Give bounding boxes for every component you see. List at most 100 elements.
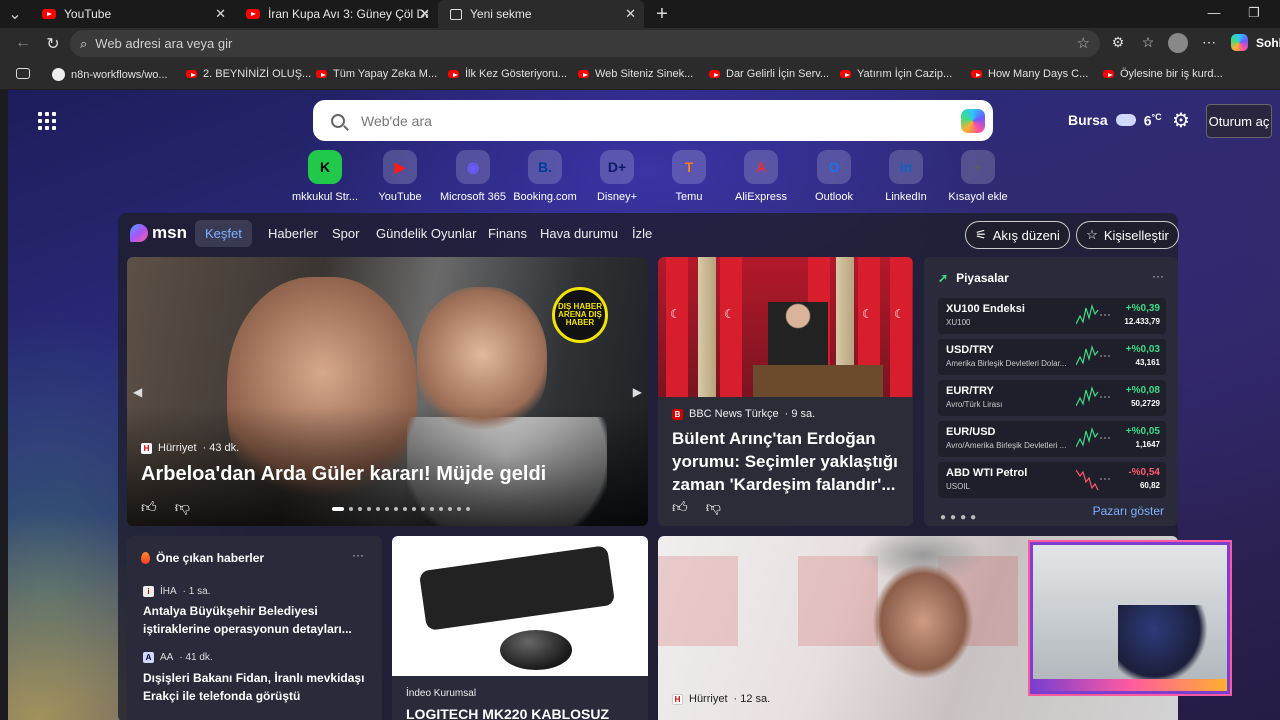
thumbs-up-icon[interactable]: 👍︎ — [141, 499, 157, 517]
shortcut-item[interactable]: T Temu — [652, 150, 726, 203]
weather-widget[interactable]: Bursa 6°C — [1068, 112, 1162, 129]
market-name: EUR/USD — [946, 426, 996, 438]
item-source: A AA · 41 dk. — [143, 652, 213, 663]
extensions-icon[interactable]: ⚙ — [1108, 34, 1128, 51]
newtab-icon — [450, 8, 462, 20]
hurriyet-icon: H — [672, 693, 683, 705]
shortcut-item[interactable]: ▶ YouTube — [363, 150, 437, 203]
tab-haberler[interactable]: Haberler — [268, 226, 318, 241]
shortcut-item[interactable]: ◉ Microsoft 365 — [436, 150, 510, 203]
personalize-label: Kişiselleştir — [1103, 227, 1169, 243]
product-headline[interactable]: LOGITECH MK220 KABLOSUZ — [406, 706, 609, 720]
youtube-icon — [971, 70, 982, 78]
show-market-link[interactable]: Pazarı göster — [1093, 504, 1164, 518]
page-settings-gear-icon[interactable]: ⚙ — [1172, 108, 1190, 133]
tab-iran-kupa[interactable]: İran Kupa Avı 3: Güney Çöl Dağ Ke ✕ — [234, 0, 438, 28]
tab-finans[interactable]: Finans — [488, 226, 527, 241]
web-search-box[interactable]: Web'de ara — [313, 100, 993, 141]
msn-logo[interactable]: msn — [130, 223, 187, 243]
market-change: +%0,05 — [1125, 426, 1160, 437]
shortcut-item[interactable]: A AliExpress — [724, 150, 798, 203]
carousel-dots[interactable] — [332, 507, 470, 511]
bookmark-item[interactable]: Yatırım İçin Cazip... — [840, 68, 952, 80]
tab-kesfet[interactable]: Keşfet — [195, 220, 252, 247]
bookmark-item[interactable]: n8n-workflows/wo... — [52, 68, 168, 81]
shortcut-label: YouTube — [378, 191, 422, 203]
thumbs-down-icon[interactable]: 👎︎ — [706, 499, 721, 517]
bookmark-item[interactable]: How Many Days C... — [971, 68, 1088, 80]
back-icon[interactable]: ← — [8, 34, 38, 52]
new-tab-button[interactable]: + — [644, 0, 680, 28]
market-row[interactable]: XU100 Endeksi XU100 +%0,39 12.433,79 — [938, 298, 1166, 334]
bookmark-item[interactable]: Web Siteniz Sinek... — [578, 68, 693, 80]
market-row[interactable]: EUR/TRY Avro/Türk Lirası +%0,08 50,2729 — [938, 380, 1166, 416]
address-bar[interactable]: ⌕ Web adresi ara veya gir ☆ — [70, 30, 1100, 57]
market-row[interactable]: USD/TRY Amerika Birleşik Devletleri Dolar… — [938, 339, 1166, 375]
signin-button[interactable]: Oturum aç — [1206, 104, 1272, 138]
tab-new-tab[interactable]: Yeni sekme ✕ — [438, 0, 644, 28]
tab-gundelik-oyunlar[interactable]: Gündelik Oyunlar — [376, 226, 476, 241]
copilot-icon[interactable] — [961, 109, 985, 133]
bookmark-label: n8n-workflows/wo... — [71, 68, 168, 81]
shortcut-item[interactable]: Kmkkukul Str... — [288, 150, 362, 203]
tab-actions-chevron-icon[interactable]: ⌄ — [0, 0, 30, 28]
market-change: -%0,54 — [1128, 467, 1160, 478]
market-row[interactable]: EUR/USD Avro/Amerika Birleşik Devletleri … — [938, 421, 1166, 457]
copilot-label[interactable]: Sohb — [1256, 36, 1280, 50]
minimize-icon[interactable]: — — [1194, 0, 1234, 28]
flag — [666, 257, 688, 397]
shortcut-item[interactable]: + Kısayol ekle — [941, 150, 1015, 203]
copilot-icon[interactable] — [1231, 34, 1248, 51]
market-row[interactable]: ABD WTI Petrol USOIL -%0,54 60,82 — [938, 462, 1166, 498]
maximize-icon[interactable]: ❐ — [1234, 0, 1274, 28]
cloud-icon — [1115, 114, 1136, 127]
tab-izle[interactable]: İzle — [632, 226, 652, 241]
shortcut-label: Microsoft 365 — [439, 191, 507, 203]
bookmark-item[interactable]: 2. BEYNİNİZİ OLUŞ... — [186, 68, 311, 80]
favorites-icon[interactable]: ☆ — [1138, 34, 1158, 51]
bookmark-item[interactable]: Dar Gelirli İçin Serv... — [709, 68, 829, 80]
close-icon[interactable]: ✕ — [215, 6, 226, 22]
hero-headline[interactable]: Arbeloa'dan Arda Güler kararı! Müjde gel… — [141, 463, 631, 486]
favorite-star-icon[interactable]: ☆ — [1077, 34, 1090, 52]
youtube-icon — [186, 70, 197, 78]
bookmark-item[interactable]: İlk Kez Gösteriyoru... — [448, 68, 567, 80]
shortcut-item[interactable]: O Outlook — [797, 150, 871, 203]
shortcut-item[interactable]: B. Booking.com — [508, 150, 582, 203]
bookmark-label: Öylesine bir iş kurd... — [1120, 68, 1223, 80]
featured-item-title[interactable]: Dışişleri Bakanı Fidan, İranlı mevkidaşı… — [143, 669, 368, 705]
tab-youtube[interactable]: YouTube ✕ — [30, 0, 234, 28]
featured-item-title[interactable]: Antalya Büyükşehir Belediyesi iştirakler… — [143, 602, 368, 638]
feed-layout-button[interactable]: ⚟ Akış düzeni — [965, 221, 1070, 249]
bookmarks-menu-icon[interactable] — [16, 68, 30, 79]
hero-news-card[interactable]: DIŞ HABER ARENA DIŞ HABER ◀ ▶ H Hürriyet ·… — [127, 257, 648, 526]
close-icon[interactable]: ✕ — [419, 6, 430, 22]
prev-arrow-icon[interactable]: ◀ — [133, 385, 142, 399]
tab-spor[interactable]: Spor — [332, 226, 359, 241]
more-menu-icon[interactable]: ⋯ — [1199, 34, 1219, 51]
address-placeholder: Web adresi ara veya gir — [95, 36, 233, 51]
bookmark-item[interactable]: Öylesine bir iş kurd... — [1103, 68, 1223, 80]
shortcut-item[interactable]: in LinkedIn — [869, 150, 943, 203]
bookmark-item[interactable]: Tüm Yapay Zeka M... — [316, 68, 437, 80]
markets-title: Piyasalar — [956, 271, 1009, 285]
pager-dots[interactable]: ●●●● — [940, 512, 980, 523]
close-icon[interactable]: ✕ — [625, 6, 636, 22]
next-arrow-icon[interactable]: ▶ — [633, 385, 642, 399]
more-options-icon[interactable]: ··· — [1152, 269, 1164, 283]
reload-icon[interactable]: ↻ — [38, 34, 68, 54]
product-card[interactable]: İndeo Kurumsal LOGITECH MK220 KABLOSUZ — [392, 536, 648, 720]
more-options-icon[interactable]: ··· — [352, 548, 364, 562]
news-card-bbc[interactable]: BBBC News Türkçe· 9 sa. Bülent Arınç'tan… — [658, 257, 913, 526]
personalize-button[interactable]: ☆ Kişiselleştir — [1076, 221, 1179, 249]
apps-launcher-icon[interactable] — [38, 112, 56, 130]
bbc-headline[interactable]: Bülent Arınç'tan Erdoğan yorumu: Seçimle… — [672, 427, 902, 496]
thumbs-down-icon[interactable]: 👎︎ — [175, 499, 190, 517]
profile-avatar[interactable] — [1168, 33, 1188, 53]
shortcut-item[interactable]: D+ Disney+ — [580, 150, 654, 203]
youtube-icon — [709, 70, 720, 78]
tab-title: YouTube — [64, 7, 112, 21]
markets-widget[interactable]: ➚ Piyasalar ··· XU100 Endeksi XU100 +%0,39 1… — [924, 257, 1178, 526]
thumbs-up-icon[interactable]: 👍︎ — [672, 499, 688, 517]
tab-hava-durumu[interactable]: Hava durumu — [540, 226, 618, 241]
